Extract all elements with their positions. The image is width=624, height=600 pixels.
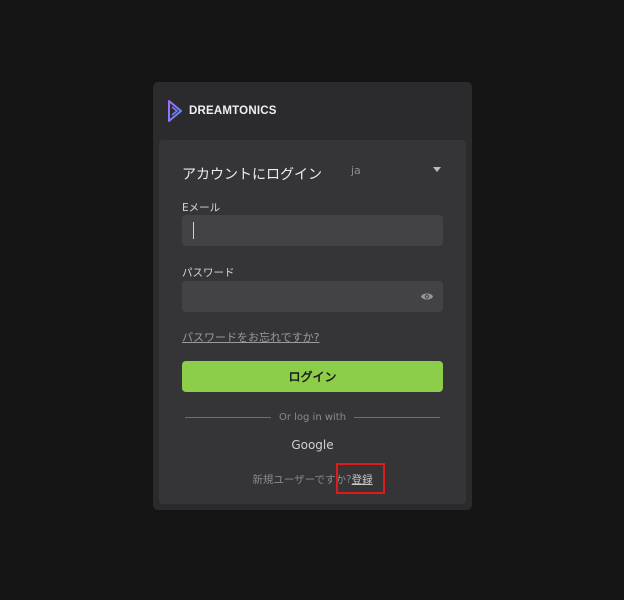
login-form-panel: アカウントにログイン ja Eメール パスワード パスワードをお忘れですか? ロ…	[159, 140, 466, 504]
login-button[interactable]: ログイン	[182, 361, 443, 392]
password-field[interactable]	[182, 281, 443, 312]
alt-login-divider: Or log in with	[185, 410, 441, 424]
divider-line-right	[354, 416, 441, 418]
email-label: Eメール	[182, 202, 221, 214]
language-select-value: ja	[351, 164, 361, 177]
password-label: パスワード	[182, 267, 235, 279]
language-select[interactable]: ja	[351, 164, 441, 180]
highlight-box	[336, 463, 385, 494]
text-cursor	[193, 222, 194, 239]
forgot-password-link[interactable]: パスワードをお忘れですか?	[182, 329, 320, 345]
eye-icon[interactable]	[420, 291, 434, 302]
brand-name: DREAMTONICS	[189, 105, 277, 117]
google-login-button[interactable]: Google	[159, 438, 466, 452]
alt-login-label: Or log in with	[278, 411, 347, 423]
email-field[interactable]	[182, 215, 443, 246]
login-card: DREAMTONICS アカウントにログイン ja Eメール パスワード パスワ…	[153, 82, 472, 510]
dreamtonics-logo-icon	[168, 100, 182, 122]
brand-header: DREAMTONICS	[167, 100, 277, 122]
page-title: アカウントにログイン	[182, 167, 322, 183]
chevron-down-icon	[433, 167, 441, 172]
divider-line-left	[185, 416, 271, 418]
signup-row: 新規ユーザーですか?登録	[159, 472, 466, 487]
